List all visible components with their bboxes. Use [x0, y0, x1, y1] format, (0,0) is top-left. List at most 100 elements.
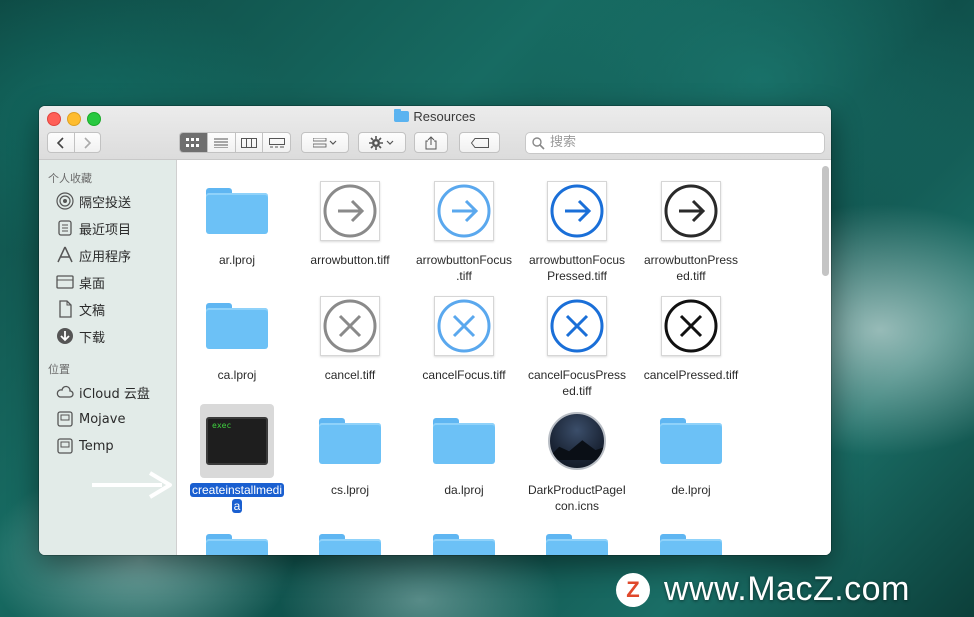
- file-item[interactable]: ar.lproj: [180, 174, 294, 268]
- file-icon-wrap: [654, 289, 728, 363]
- file-item[interactable]: arrowbuttonPress ed.tiff: [634, 174, 748, 284]
- file-name: de.lproj: [671, 483, 711, 497]
- group-icon-wrap: [302, 133, 348, 152]
- search-icon: [532, 137, 545, 150]
- sidebar-item-label: 下载: [79, 330, 106, 346]
- search-field[interactable]: 搜索: [525, 132, 825, 154]
- file-name: DarkProductPageI con.icns: [527, 483, 627, 513]
- file-icon-wrap: [313, 289, 387, 363]
- file-name: ca.lproj: [217, 368, 257, 382]
- arrow-right-icon: [434, 181, 494, 241]
- file-item[interactable]: cancelFocus.tiff: [407, 289, 521, 383]
- file-name: arrowbuttonPress ed.tiff: [643, 253, 739, 283]
- forward-button[interactable]: [75, 133, 101, 152]
- watermark: Z www.MacZ.com: [616, 570, 910, 609]
- sidebar-item-label: 文稿: [79, 303, 106, 319]
- action-menu-button[interactable]: [358, 132, 406, 153]
- column-view-button[interactable]: [236, 133, 264, 152]
- watermark-text: www.MacZ.com: [664, 570, 910, 608]
- file-icon-wrap: [200, 289, 274, 363]
- disk-icon: [57, 411, 73, 427]
- sidebar-item-recents[interactable]: 最近项目: [56, 218, 131, 238]
- file-icon-wrap: [427, 289, 501, 363]
- edit-tags-button[interactable]: [459, 132, 500, 153]
- chevron-left-icon: [56, 136, 64, 149]
- file-item[interactable]: arrowbutton.tiff: [293, 174, 407, 268]
- folder-icon: [433, 534, 495, 555]
- group-by-button[interactable]: [301, 132, 349, 153]
- file-name: createinstallmedi a: [189, 483, 285, 513]
- folder-icon: [394, 109, 410, 122]
- file-item[interactable]: [180, 520, 294, 555]
- file-name: arrowbuttonFocus .tiff: [415, 253, 513, 283]
- share-button[interactable]: [414, 132, 448, 153]
- file-item[interactable]: arrowbuttonFocus Pressed.tiff: [520, 174, 634, 284]
- sidebar-item-label: 隔空投送: [79, 195, 132, 211]
- file-grid: ar.lproj arrowbutton.tiff arrowbuttonFoc…: [177, 160, 831, 555]
- sidebar-heading-favorites: 个人收藏: [48, 172, 92, 185]
- sidebar-item-icloud[interactable]: iCloud 云盘: [56, 382, 150, 402]
- recents-icon: [58, 220, 72, 236]
- file-item[interactable]: da.lproj: [407, 404, 521, 498]
- file-item[interactable]: [634, 520, 748, 555]
- downloads-icon: [57, 328, 73, 344]
- file-icon-wrap: [200, 520, 274, 555]
- file-icon-wrap: [654, 404, 728, 478]
- file-item[interactable]: cancel.tiff: [293, 289, 407, 383]
- group-grid-icon: [313, 137, 337, 147]
- cancel-x-icon: [320, 296, 380, 356]
- share-icon: [425, 135, 437, 149]
- folder-icon: [433, 418, 495, 464]
- file-icon-wrap: [427, 520, 501, 555]
- file-icon-wrap: [540, 404, 614, 478]
- file-item[interactable]: [407, 520, 521, 555]
- action-icon-wrap: [359, 133, 405, 152]
- gallery-view-button[interactable]: [263, 133, 290, 152]
- file-item[interactable]: DarkProductPageI con.icns: [520, 404, 634, 514]
- sidebar-item-label: Mojave: [79, 411, 126, 427]
- file-icon-wrap: [540, 174, 614, 248]
- icon-view-button[interactable]: [180, 133, 208, 152]
- airdrop-icon: [56, 192, 74, 210]
- columns-icon: [240, 137, 257, 148]
- list-view-button[interactable]: [208, 133, 236, 152]
- arrow-right-icon: [547, 181, 607, 241]
- toolbar: Resources 搜索: [39, 106, 831, 160]
- chevron-right-icon: [84, 136, 92, 149]
- file-item[interactable]: de.lproj: [634, 404, 748, 498]
- file-item-selected[interactable]: exec createinstallmedi a: [180, 404, 294, 514]
- mojave-icns-icon: [548, 412, 606, 470]
- folder-icon: [546, 534, 608, 555]
- folder-icon: [206, 303, 268, 349]
- file-item[interactable]: cancelPressed.tiff: [634, 289, 748, 383]
- sidebar-item-label: 应用程序: [79, 249, 132, 265]
- file-item[interactable]: [520, 520, 634, 555]
- file-icon-wrap: [540, 289, 614, 363]
- file-name: cancelFocusPress ed.tiff: [527, 368, 627, 398]
- file-icon-wrap: [200, 174, 274, 248]
- file-item[interactable]: arrowbuttonFocus .tiff: [407, 174, 521, 284]
- vertical-scrollbar[interactable]: [822, 166, 829, 276]
- folder-icon: [319, 534, 381, 555]
- sidebar-item-mojave[interactable]: Mojave: [56, 409, 125, 429]
- annotation-arrow-icon: [92, 471, 172, 499]
- cancel-x-icon: [434, 296, 494, 356]
- file-item[interactable]: ca.lproj: [180, 289, 294, 383]
- icloud-icon: [56, 385, 74, 398]
- sidebar-item-applications[interactable]: 应用程序: [56, 245, 131, 265]
- file-name: cancelPressed.tiff: [643, 368, 739, 382]
- sidebar-item-label: 桌面: [79, 276, 106, 292]
- file-icon-wrap: exec: [200, 404, 274, 478]
- sidebar-item-temp[interactable]: Temp: [56, 436, 114, 456]
- sidebar-item-airdrop[interactable]: 隔空投送: [56, 191, 131, 211]
- file-item[interactable]: cancelFocusPress ed.tiff: [520, 289, 634, 399]
- sidebar-item-downloads[interactable]: 下载: [56, 326, 105, 346]
- tag-icon: [470, 137, 489, 148]
- sidebar-item-desktop[interactable]: 桌面: [56, 272, 105, 292]
- file-name: arrowbuttonFocus Pressed.tiff: [528, 253, 626, 283]
- back-button[interactable]: [48, 133, 75, 152]
- sidebar-item-documents[interactable]: 文稿: [56, 299, 105, 319]
- sidebar-heading-locations: 位置: [48, 363, 70, 376]
- file-item[interactable]: cs.lproj: [293, 404, 407, 498]
- file-item[interactable]: [293, 520, 407, 555]
